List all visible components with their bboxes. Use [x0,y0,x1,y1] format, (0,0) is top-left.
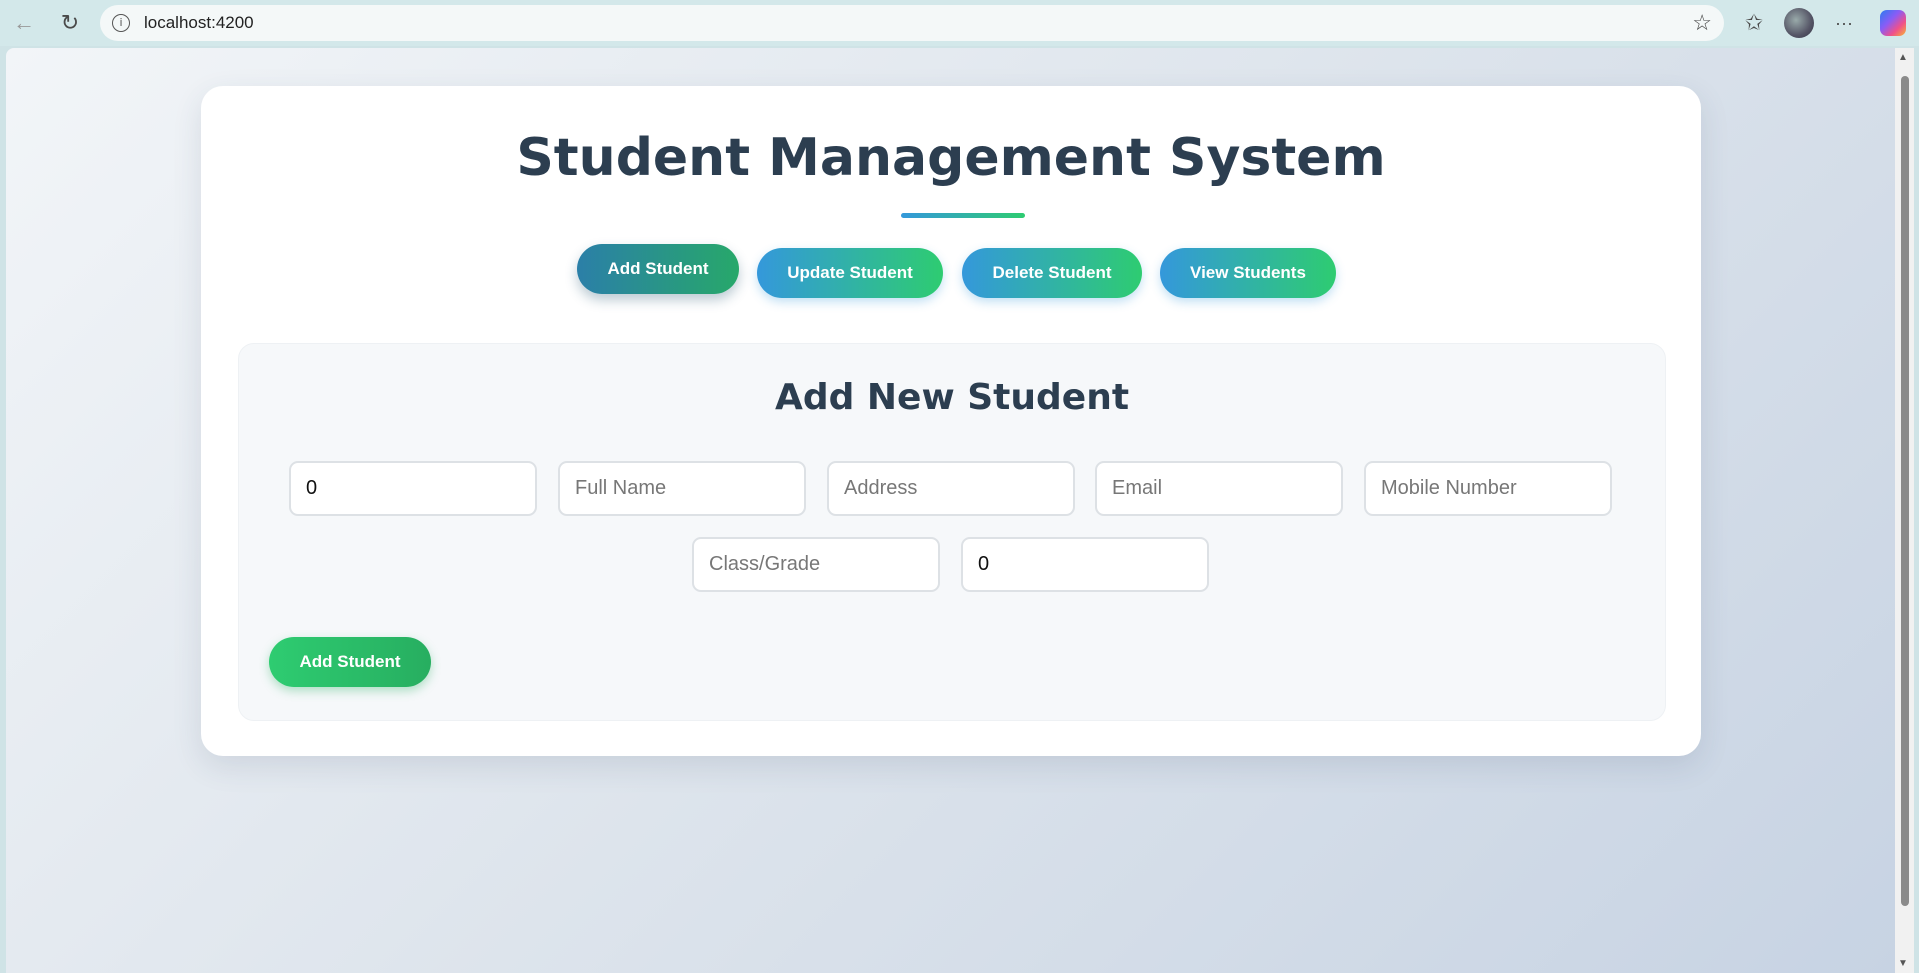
reload-icon[interactable]: ↻ [54,7,86,39]
nav-view-students-button[interactable]: View Students [1160,248,1336,298]
vertical-scrollbar[interactable]: ▲ ▼ [1895,48,1914,973]
address-bar[interactable]: i localhost:4200 ☆ [100,5,1724,41]
page-title: Student Management System [516,128,1386,188]
class-grade-input[interactable] [692,537,940,592]
nav-add-student-button[interactable]: Add Student [577,244,739,294]
main-card: Student Management System Add Student Up… [201,86,1701,756]
star-icon[interactable]: ☆ [1692,10,1712,36]
email-input[interactable] [1095,461,1343,516]
title-underline [901,213,1025,218]
add-student-form: Add New Student Add Student [238,343,1666,721]
address-input[interactable] [827,461,1075,516]
scroll-down-icon[interactable]: ▼ [1898,958,1908,969]
add-student-submit-button[interactable]: Add Student [269,637,431,687]
mobile-number-input[interactable] [1364,461,1612,516]
back-arrow-icon[interactable]: ← [8,7,40,39]
scroll-thumb[interactable] [1901,76,1909,906]
more-icon[interactable]: ··· [1828,7,1860,39]
student-id-input[interactable] [289,461,537,516]
numeric-input[interactable] [961,537,1209,592]
favorites-icon[interactable]: ✩ [1738,7,1770,39]
full-name-input[interactable] [558,461,806,516]
copilot-icon[interactable] [1880,10,1906,36]
info-icon[interactable]: i [112,14,130,32]
nav-delete-student-button[interactable]: Delete Student [962,248,1142,298]
scroll-up-icon[interactable]: ▲ [1898,52,1908,63]
url-text[interactable]: localhost:4200 [144,13,254,33]
nav-update-student-button[interactable]: Update Student [757,248,943,298]
page-viewport: Student Management System Add Student Up… [6,48,1895,973]
browser-toolbar: ← ↻ i localhost:4200 ☆ ✩ ··· [0,0,1919,46]
avatar[interactable] [1784,8,1814,38]
form-title: Add New Student [774,377,1130,418]
